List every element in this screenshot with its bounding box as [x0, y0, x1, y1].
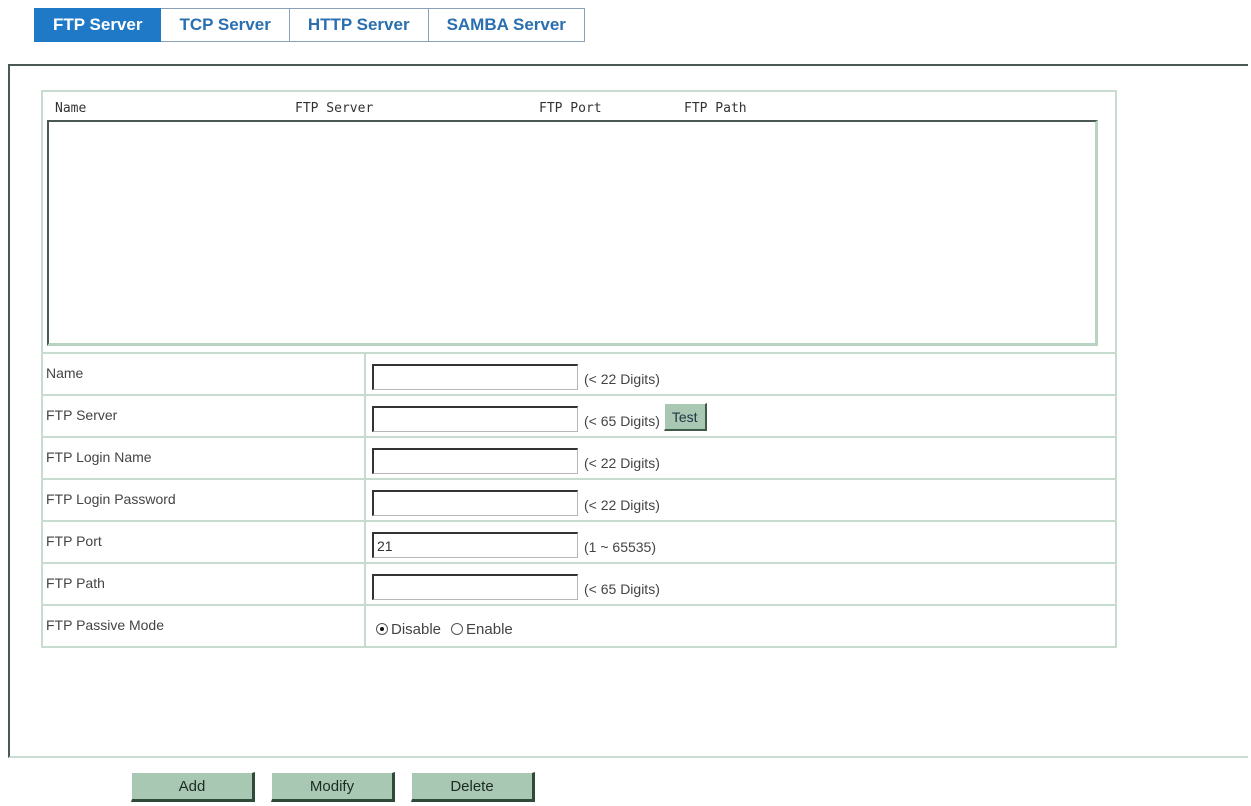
- tab-http-server[interactable]: HTTP Server: [289, 8, 429, 42]
- ftp-port-label: FTP Port: [43, 522, 366, 562]
- passive-mode-enable-radio[interactable]: [451, 623, 464, 635]
- ftp-login-name-hint: (< 22 Digits): [584, 455, 660, 471]
- ftp-server-page: FTP Server TCP Server HTTP Server SAMBA …: [0, 0, 1251, 806]
- column-header-ftp-server: FTP Server: [295, 101, 374, 116]
- ftp-path-input[interactable]: [372, 574, 578, 600]
- passive-mode-disable-radio[interactable]: [376, 623, 388, 635]
- ftp-settings-panel: Name FTP Server FTP Port FTP Path Name (…: [8, 64, 1248, 758]
- column-header-ftp-port: FTP Port: [539, 101, 602, 116]
- action-buttons: Add Modify Delete: [131, 772, 551, 802]
- ftp-settings-table: Name FTP Server FTP Port FTP Path Name (…: [41, 90, 1117, 648]
- tab-samba-server[interactable]: SAMBA Server: [428, 8, 585, 42]
- name-hint: (< 22 Digits): [584, 371, 660, 387]
- test-button[interactable]: Test: [663, 403, 707, 431]
- column-header-name: Name: [55, 101, 87, 116]
- form-row-login-name: FTP Login Name (< 22 Digits): [43, 436, 1115, 478]
- delete-button[interactable]: Delete: [411, 772, 535, 802]
- ftp-path-label: FTP Path: [43, 564, 366, 604]
- passive-mode-enable-label[interactable]: Enable: [466, 621, 513, 638]
- server-list-header: Name FTP Server FTP Port FTP Path: [43, 92, 1115, 120]
- tab-ftp-server[interactable]: FTP Server: [34, 8, 162, 42]
- form-row-ftp-server: FTP Server (< 65 Digits) Test: [43, 394, 1115, 436]
- ftp-server-label: FTP Server: [43, 396, 366, 436]
- name-input[interactable]: [372, 364, 578, 390]
- ftp-login-name-input[interactable]: [372, 448, 578, 474]
- form-row-login-password: FTP Login Password (< 22 Digits): [43, 478, 1115, 520]
- form-row-path: FTP Path (< 65 Digits): [43, 562, 1115, 604]
- ftp-server-hint: (< 65 Digits): [584, 413, 660, 429]
- ftp-server-listbox[interactable]: [47, 120, 1098, 346]
- ftp-login-password-label: FTP Login Password: [43, 480, 366, 520]
- modify-button[interactable]: Modify: [271, 772, 395, 802]
- form-row-name: Name (< 22 Digits): [43, 352, 1115, 394]
- column-header-ftp-path: FTP Path: [684, 101, 747, 116]
- ftp-passive-mode-label: FTP Passive Mode: [43, 606, 366, 646]
- passive-mode-disable-label[interactable]: Disable: [391, 621, 441, 638]
- ftp-path-hint: (< 65 Digits): [584, 581, 660, 597]
- passive-mode-radio-group: Disable Enable: [372, 621, 519, 638]
- ftp-port-input[interactable]: [372, 532, 578, 558]
- form-row-passive-mode: FTP Passive Mode Disable Enable: [43, 604, 1115, 646]
- form-row-port: FTP Port (1 ~ 65535): [43, 520, 1115, 562]
- tab-tcp-server[interactable]: TCP Server: [161, 8, 290, 42]
- ftp-login-password-input[interactable]: [372, 490, 578, 516]
- ftp-login-password-hint: (< 22 Digits): [584, 497, 660, 513]
- ftp-port-hint: (1 ~ 65535): [584, 539, 656, 555]
- name-label: Name: [43, 354, 366, 394]
- server-tabs: FTP Server TCP Server HTTP Server SAMBA …: [34, 8, 585, 42]
- ftp-login-name-label: FTP Login Name: [43, 438, 366, 478]
- add-button[interactable]: Add: [131, 772, 255, 802]
- ftp-server-input[interactable]: [372, 406, 578, 432]
